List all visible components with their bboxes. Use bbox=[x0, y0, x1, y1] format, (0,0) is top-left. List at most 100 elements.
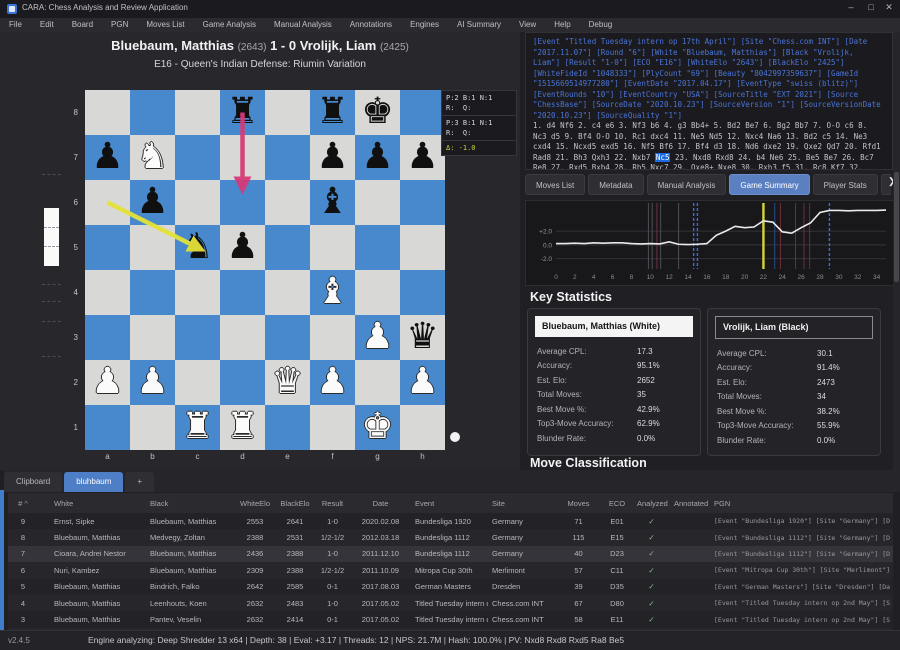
square-d7[interactable] bbox=[220, 135, 265, 180]
square-f1[interactable] bbox=[310, 405, 355, 450]
menu-debug[interactable]: Debug bbox=[580, 18, 622, 32]
square-a4[interactable] bbox=[85, 270, 130, 315]
square-b6[interactable] bbox=[130, 180, 175, 225]
table-row-game-5[interactable]: 5Bluebaum, MatthiasBindrich, Falko264225… bbox=[8, 579, 893, 595]
table-row-game-9[interactable]: 9Ernst, SipkeBluebaum, Matthias255326411… bbox=[8, 513, 893, 529]
square-a6[interactable] bbox=[85, 180, 130, 225]
square-b7[interactable] bbox=[130, 135, 175, 180]
square-g3[interactable] bbox=[355, 315, 400, 360]
tab-game-summary[interactable]: Game Summary bbox=[729, 174, 809, 195]
column-header-annotated[interactable]: Annotated bbox=[670, 499, 710, 508]
square-b2[interactable] bbox=[130, 360, 175, 405]
menu-edit[interactable]: Edit bbox=[31, 18, 63, 32]
menu-annotations[interactable]: Annotations bbox=[341, 18, 401, 32]
square-g1[interactable] bbox=[355, 405, 400, 450]
menu-view[interactable]: View bbox=[510, 18, 545, 32]
column-header-result[interactable]: Result bbox=[315, 499, 350, 508]
right-panel-scrollbar[interactable] bbox=[893, 32, 900, 470]
table-row-game-3[interactable]: 3Bluebaum, MatthiasPantev, Veselin263224… bbox=[8, 611, 893, 627]
square-h5[interactable] bbox=[400, 225, 445, 270]
table-row-game-8[interactable]: 8Bluebaum, MatthiasMedvegy, Zoltan238825… bbox=[8, 529, 893, 545]
square-c1[interactable] bbox=[175, 405, 220, 450]
column-header-event[interactable]: Event bbox=[411, 499, 488, 508]
table-row-game-7[interactable]: 7Cioara, Andrei NestorBluebaum, Matthias… bbox=[8, 546, 893, 562]
menu-game-analysis[interactable]: Game Analysis bbox=[194, 18, 265, 32]
square-b4[interactable] bbox=[130, 270, 175, 315]
square-b5[interactable] bbox=[130, 225, 175, 270]
square-a3[interactable] bbox=[85, 315, 130, 360]
column-header-date[interactable]: Date bbox=[350, 499, 411, 508]
square-g7[interactable] bbox=[355, 135, 400, 180]
scrollbar-thumb[interactable] bbox=[894, 172, 899, 282]
square-h8[interactable] bbox=[400, 90, 445, 135]
minimize-button[interactable]: – bbox=[842, 2, 860, 12]
menu-engines[interactable]: Engines bbox=[401, 18, 448, 32]
menu-ai-summary[interactable]: AI Summary bbox=[448, 18, 510, 32]
close-button[interactable]: ✕ bbox=[880, 2, 898, 13]
square-a2[interactable] bbox=[85, 360, 130, 405]
square-g4[interactable] bbox=[355, 270, 400, 315]
square-e5[interactable] bbox=[265, 225, 310, 270]
table-row-game-4[interactable]: 4Bluebaum, MatthiasLeenhouts, Koen263224… bbox=[8, 595, 893, 611]
menu-file[interactable]: File bbox=[0, 18, 31, 32]
square-e8[interactable] bbox=[265, 90, 310, 135]
square-b8[interactable] bbox=[130, 90, 175, 135]
maximize-button[interactable]: □ bbox=[862, 2, 880, 12]
square-h2[interactable] bbox=[400, 360, 445, 405]
square-g6[interactable] bbox=[355, 180, 400, 225]
square-c2[interactable] bbox=[175, 360, 220, 405]
square-e6[interactable] bbox=[265, 180, 310, 225]
square-f8[interactable] bbox=[310, 90, 355, 135]
add-database-tab-button[interactable]: + bbox=[125, 472, 154, 492]
column-header--[interactable]: # ^ bbox=[8, 499, 38, 508]
column-header-pgn[interactable]: PGN bbox=[710, 499, 890, 508]
square-d1[interactable] bbox=[220, 405, 265, 450]
square-f7[interactable] bbox=[310, 135, 355, 180]
square-e4[interactable] bbox=[265, 270, 310, 315]
menu-pgn[interactable]: PGN bbox=[102, 18, 137, 32]
menu-moves-list[interactable]: Moves List bbox=[137, 18, 193, 32]
square-d8[interactable] bbox=[220, 90, 265, 135]
square-c8[interactable] bbox=[175, 90, 220, 135]
db-tab-bluhbaum[interactable]: bluhbaum bbox=[64, 472, 123, 492]
tab-player-stats[interactable]: Player Stats bbox=[813, 174, 878, 195]
square-e2[interactable] bbox=[265, 360, 310, 405]
square-g5[interactable] bbox=[355, 225, 400, 270]
square-h1[interactable] bbox=[400, 405, 445, 450]
column-header-analyzed[interactable]: Analyzed bbox=[633, 499, 670, 508]
menu-board[interactable]: Board bbox=[63, 18, 102, 32]
square-a5[interactable] bbox=[85, 225, 130, 270]
menu-help[interactable]: Help bbox=[545, 18, 579, 32]
square-c6[interactable] bbox=[175, 180, 220, 225]
square-f6[interactable] bbox=[310, 180, 355, 225]
table-row-game-6[interactable]: 6Nuri, KambezBluebaum, Matthias230923881… bbox=[8, 562, 893, 578]
square-b3[interactable] bbox=[130, 315, 175, 360]
column-header-whiteelo[interactable]: WhiteElo bbox=[235, 499, 275, 508]
square-c4[interactable] bbox=[175, 270, 220, 315]
square-e3[interactable] bbox=[265, 315, 310, 360]
column-header-moves[interactable]: Moves bbox=[556, 499, 601, 508]
current-move-highlight[interactable]: Nc5 bbox=[655, 153, 671, 162]
square-b1[interactable] bbox=[130, 405, 175, 450]
square-f5[interactable] bbox=[310, 225, 355, 270]
square-a1[interactable] bbox=[85, 405, 130, 450]
square-h4[interactable] bbox=[400, 270, 445, 315]
square-h7[interactable] bbox=[400, 135, 445, 180]
tab-metadata[interactable]: Metadata bbox=[588, 174, 643, 195]
square-a8[interactable] bbox=[85, 90, 130, 135]
evaluation-chart[interactable]: +2.00.0-2.002468101214161820222426283032… bbox=[525, 200, 895, 286]
column-header-eco[interactable]: ECO bbox=[601, 499, 633, 508]
tab-moves-list[interactable]: Moves List bbox=[525, 174, 585, 195]
square-d5[interactable] bbox=[220, 225, 265, 270]
column-header-black[interactable]: Black bbox=[146, 499, 235, 508]
column-header-blackelo[interactable]: BlackElo bbox=[275, 499, 315, 508]
column-header-white[interactable]: White bbox=[50, 499, 146, 508]
square-d3[interactable] bbox=[220, 315, 265, 360]
square-f4[interactable] bbox=[310, 270, 355, 315]
tab-manual-analysis[interactable]: Manual Analysis bbox=[647, 174, 727, 195]
square-g8[interactable] bbox=[355, 90, 400, 135]
square-h6[interactable] bbox=[400, 180, 445, 225]
column-header-site[interactable]: Site bbox=[488, 499, 556, 508]
square-g2[interactable] bbox=[355, 360, 400, 405]
db-tab-clipboard[interactable]: Clipboard bbox=[4, 472, 62, 492]
